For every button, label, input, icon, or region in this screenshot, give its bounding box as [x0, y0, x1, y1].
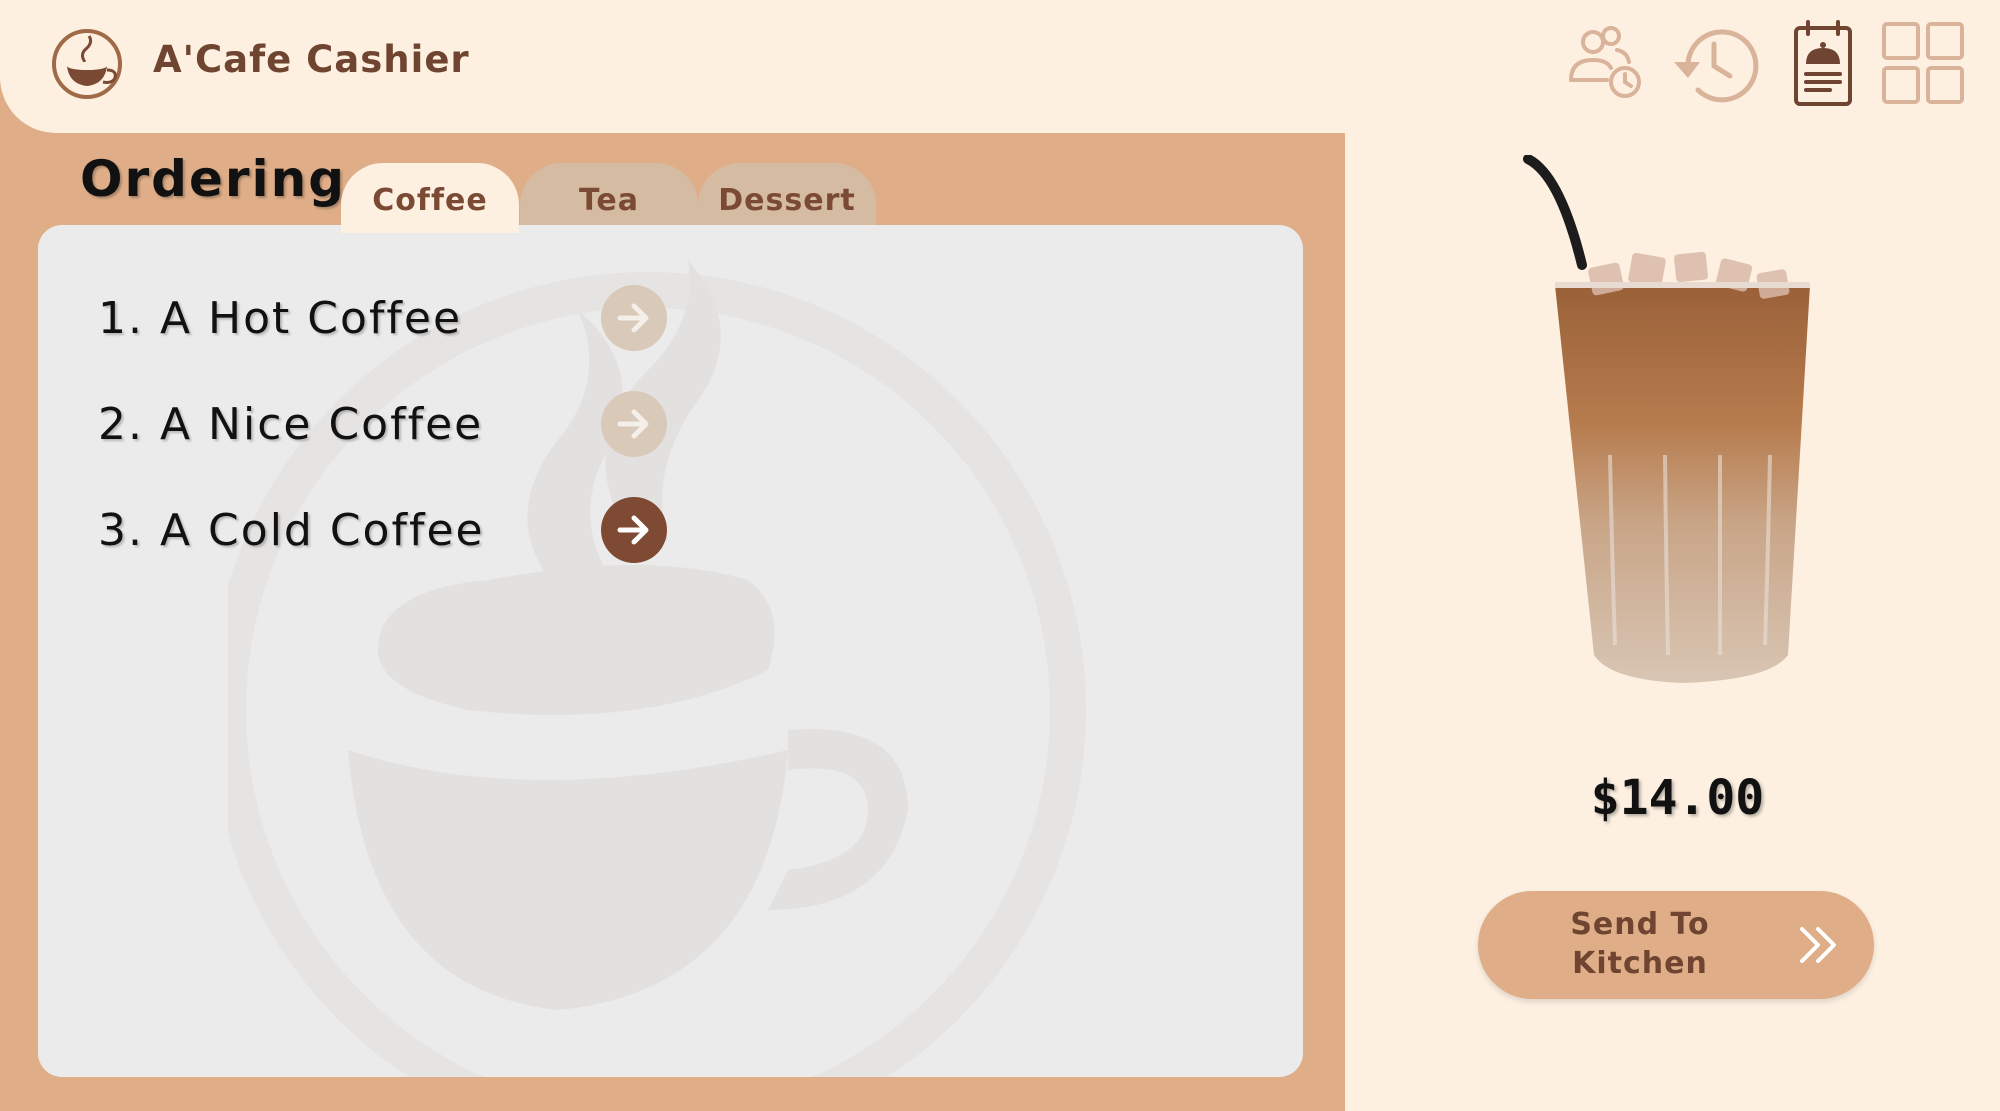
product-price: $14.00 — [1590, 770, 1765, 826]
top-header-bar: A'Cafe Cashier — [0, 0, 2000, 133]
menu-item-cold-coffee[interactable]: 3. A Cold Coffee — [98, 497, 667, 563]
menu-item-hot-coffee[interactable]: 1. A Hot Coffee — [98, 285, 667, 351]
kitchen-orders-icon[interactable] — [1778, 18, 1870, 110]
dashboard-grid-icon[interactable] — [1878, 18, 1970, 110]
arrow-right-icon — [617, 409, 649, 439]
coffee-watermark-icon — [228, 260, 1086, 1077]
select-arrow-button[interactable] — [601, 285, 667, 351]
select-arrow-button[interactable] — [601, 391, 667, 457]
arrow-right-icon — [617, 515, 649, 545]
arrow-right-icon — [617, 303, 649, 333]
app-title: A'Cafe Cashier — [153, 38, 470, 81]
send-to-kitchen-label: Send To Kitchen — [1570, 907, 1710, 981]
coffee-cup-logo-icon — [52, 29, 122, 99]
history-icon[interactable] — [1668, 18, 1760, 110]
menu-panel: 1. A Hot Coffee 2. A Nice Coffee 3. A Co… — [38, 225, 1303, 1077]
menu-item-label: 1. A Hot Coffee — [98, 293, 463, 344]
menu-item-nice-coffee[interactable]: 2. A Nice Coffee — [98, 391, 667, 457]
tab-coffee[interactable]: Coffee — [341, 163, 519, 233]
double-chevron-right-icon — [1800, 927, 1836, 963]
iced-coffee-image — [1523, 155, 1810, 683]
menu-item-label: 3. A Cold Coffee — [98, 505, 485, 556]
tab-tea[interactable]: Tea — [520, 163, 698, 233]
select-arrow-button[interactable] — [601, 497, 667, 563]
send-to-kitchen-button[interactable]: Send To Kitchen — [1478, 891, 1874, 999]
customer-history-icon[interactable] — [1555, 18, 1647, 110]
tab-dessert[interactable]: Dessert — [698, 163, 876, 233]
menu-item-label: 2. A Nice Coffee — [98, 399, 484, 450]
ordering-heading: Ordering — [80, 150, 347, 208]
